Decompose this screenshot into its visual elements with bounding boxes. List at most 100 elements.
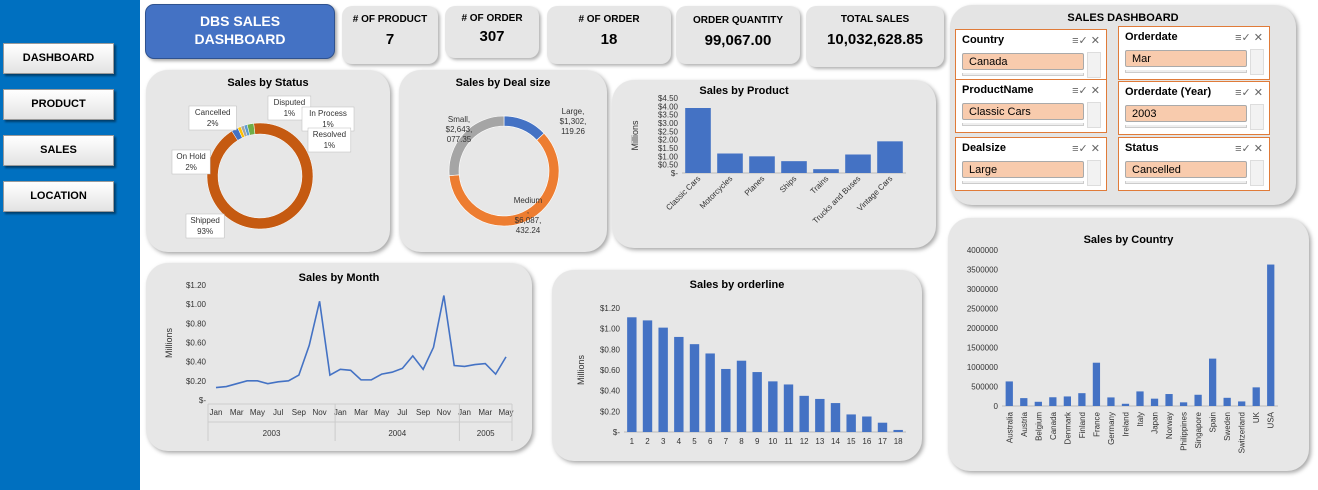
bar (768, 381, 778, 432)
slicer-next-item[interactable] (962, 181, 1084, 184)
y-tick-label: $4.50 (658, 94, 679, 103)
kpi-card-quantity: ORDER QUANTITY 99,067.00 (676, 6, 800, 64)
product-bar-chart: $-$0.50$1.00$1.50$2.00$2.50$3.00$3.50$4.… (630, 94, 906, 225)
kpi-value: 10,032,628.85 (827, 31, 923, 48)
slicer-scrollbar[interactable] (1250, 104, 1264, 130)
y-tick-label: $0.40 (186, 358, 207, 367)
bar (862, 416, 872, 432)
bar (1034, 401, 1042, 406)
slicer-next-item[interactable] (1125, 125, 1247, 128)
slicer-selected-item[interactable]: 2003 (1125, 105, 1247, 122)
x-tick-label: Singapore (1194, 411, 1203, 448)
bar (1194, 394, 1202, 406)
x-tick-label: Jul (273, 408, 283, 417)
x-tick-label: Nov (312, 408, 326, 417)
slicer-next-item[interactable] (962, 73, 1084, 76)
multi-select-clear-filter-icon[interactable]: ≡✓ ✕ (1235, 142, 1263, 155)
bar (877, 141, 903, 173)
slicer-productname[interactable]: ProductName ≡✓ ✕ Classic Cars (955, 79, 1107, 133)
status-label-pct: 1% (324, 141, 336, 150)
deal-label-large: 119.26 (561, 127, 585, 136)
x-tick-label: May (250, 408, 265, 417)
x-tick-label: Germany (1107, 412, 1116, 445)
y-tick-label: 1500000 (967, 344, 999, 353)
y-tick-label: 3000000 (967, 285, 999, 294)
bar (813, 169, 839, 173)
sales-by-country-panel: Sales by Country 0 500000 1000000 1500000 20… (948, 218, 1309, 471)
x-tick-label: Belgium (1034, 412, 1043, 441)
slicer-dealsize[interactable]: Dealsize ≡✓ ✕ Large (955, 137, 1107, 191)
slicer-next-item[interactable] (962, 123, 1084, 126)
slicer-scrollbar[interactable] (1087, 160, 1101, 186)
month-sales-line (215, 295, 507, 389)
multi-select-clear-filter-icon[interactable]: ≡✓ ✕ (1072, 34, 1100, 47)
kpi-label: # OF ORDER (461, 13, 523, 24)
multi-select-clear-filter-icon[interactable]: ≡✓ ✕ (1235, 31, 1263, 44)
bar (1092, 362, 1101, 406)
x-tick-label: Jul (397, 408, 407, 417)
status-label-pct: 93% (197, 227, 213, 236)
multi-select-clear-filter-icon[interactable]: ≡✓ ✕ (1072, 142, 1100, 155)
slicer-scrollbar[interactable] (1087, 102, 1101, 128)
bar (752, 372, 762, 432)
y-axis-label: Millions (630, 120, 640, 151)
y-tick-label: $0.80 (600, 345, 621, 354)
bar (749, 156, 775, 173)
x-tick-label: Philippines (1180, 412, 1189, 451)
slicer-status[interactable]: Status ≡✓ ✕ Cancelled (1118, 137, 1270, 191)
y-tick-label: $2.50 (658, 127, 679, 136)
title-line-1: DBS SALES (199, 13, 281, 29)
slicer-selected-item[interactable]: Large (962, 161, 1084, 178)
month-line-chart: $- $0.20 $0.40 $0.60 $0.80 $1.00 $1.20 Millions… (164, 281, 514, 441)
bar (1252, 387, 1260, 406)
status-label-pct: 2% (207, 119, 219, 128)
x-tick-label: 18 (894, 437, 903, 446)
slicer-scrollbar[interactable] (1250, 49, 1264, 75)
y-tick-label: 0 (994, 402, 999, 411)
sales-nav-button[interactable]: SALES (3, 135, 114, 166)
sales-by-orderline-panel: Sales by orderline $- $0.20 $0.40 $0.60 $0.8… (552, 270, 922, 461)
deal-label-medium: Medium (514, 196, 543, 205)
y-tick-label: $0.50 (658, 161, 679, 170)
kpi-value: 18 (600, 31, 618, 48)
y-tick-label: $0.60 (186, 339, 207, 348)
bar (717, 153, 743, 173)
slicer-selected-item[interactable]: Classic Cars (962, 103, 1084, 120)
y-tick-label: 2000000 (967, 324, 999, 333)
y-tick-label: $- (199, 396, 206, 405)
x-tick-label: Italy (1136, 412, 1145, 427)
product-nav-button[interactable]: PRODUCT (3, 89, 114, 120)
bar (658, 327, 668, 432)
slicer-selected-item[interactable]: Mar (1125, 50, 1247, 67)
bar (721, 368, 731, 432)
x-tick-label: Mar (230, 408, 244, 417)
bar (1267, 264, 1275, 406)
status-label-name: Resolved (313, 130, 346, 139)
bar (781, 161, 807, 173)
dashboard-nav-button[interactable]: DASHBOARD (3, 43, 114, 74)
location-nav-button[interactable]: LOCATION (3, 181, 114, 212)
multi-select-clear-filter-icon[interactable]: ≡✓ ✕ (1072, 84, 1100, 97)
slicer-scrollbar[interactable] (1250, 160, 1264, 186)
slicer-header: Dealsize (962, 142, 1007, 154)
slicer-orderdate-year[interactable]: Orderdate (Year) ≡✓ ✕ 2003 (1118, 81, 1270, 135)
y-tick-label: $0.60 (600, 366, 621, 375)
slicer-header: Status (1125, 142, 1159, 154)
slicer-country[interactable]: Country ≡✓ ✕ Canada (955, 29, 1107, 83)
slicer-orderdate[interactable]: Orderdate ≡✓ ✕ Mar (1118, 26, 1270, 80)
bar (1049, 397, 1057, 406)
slicer-next-item[interactable] (1125, 181, 1247, 184)
slicer-next-item[interactable] (1125, 70, 1247, 73)
bar (1063, 396, 1071, 406)
x-tick-label: Finland (1078, 412, 1087, 438)
slicer-scrollbar[interactable] (1087, 52, 1101, 78)
y-tick-label: $1.20 (186, 281, 207, 290)
x-tick-label: Planes (743, 174, 767, 198)
filter-panel-title: SALES DASHBOARD (1067, 12, 1179, 24)
multi-select-clear-filter-icon[interactable]: ≡✓ ✕ (1235, 86, 1263, 99)
slicer-selected-item[interactable]: Cancelled (1125, 161, 1247, 178)
x-tick-label: Classic Cars (664, 174, 702, 212)
slicer-selected-item[interactable]: Canada (962, 53, 1084, 70)
y-tick-label: 2500000 (967, 305, 999, 314)
bar (627, 317, 637, 432)
